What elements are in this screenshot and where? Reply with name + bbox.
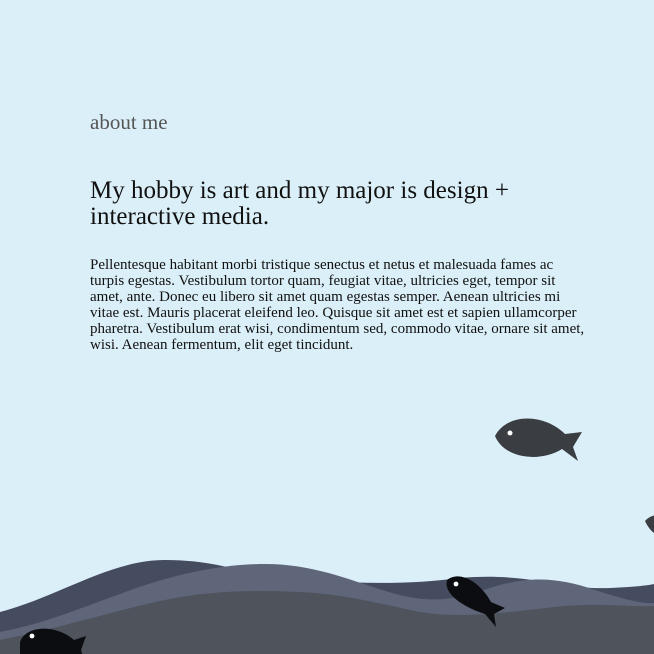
about-paragraph: Pellentesque habitant morbi tristique se… xyxy=(90,257,585,353)
section-title: about me xyxy=(90,110,168,134)
about-section: about me My hobby is art and my major is… xyxy=(90,110,590,353)
headline: My hobby is art and my major is design +… xyxy=(90,177,509,230)
